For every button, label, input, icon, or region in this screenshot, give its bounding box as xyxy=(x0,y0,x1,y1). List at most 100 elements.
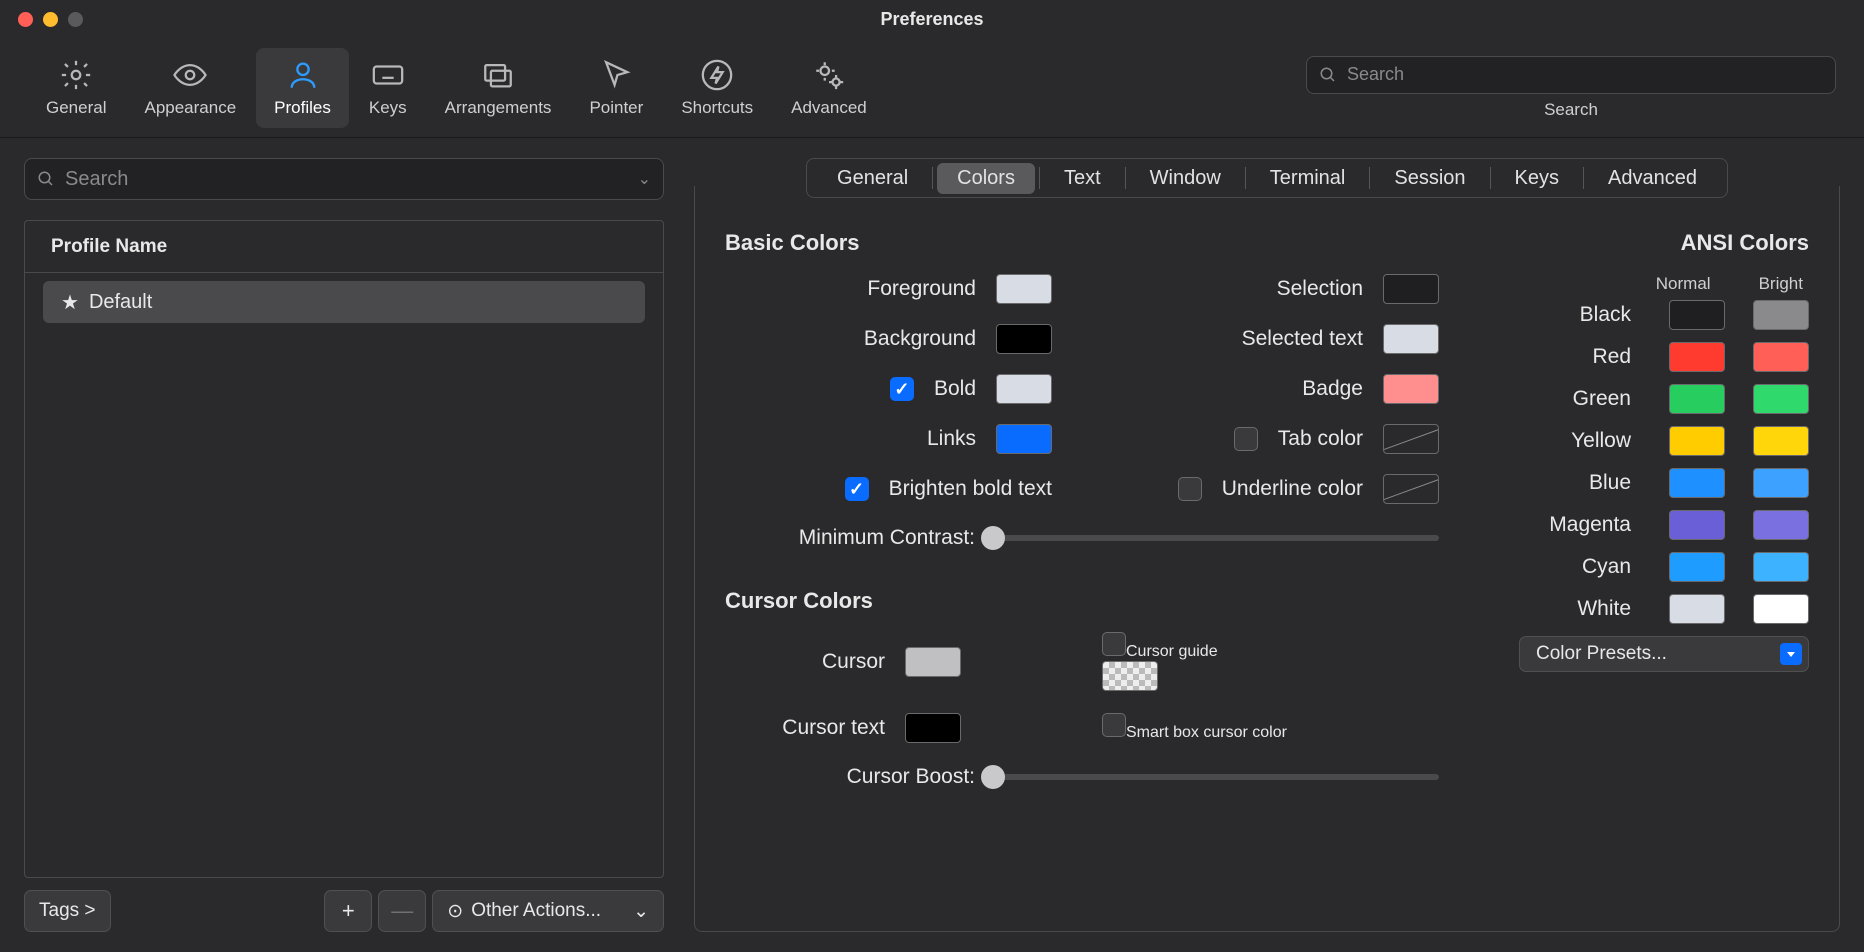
cursor-label: Cursor xyxy=(725,650,885,674)
tags-button[interactable]: Tags > xyxy=(24,890,111,932)
cursor-colors-heading: Cursor Colors xyxy=(725,588,1439,614)
toolbar-pointer[interactable]: Pointer xyxy=(571,48,661,128)
ansi-row: White xyxy=(1469,594,1809,624)
minimize-window-button[interactable] xyxy=(43,12,58,27)
ansi-normal-swatch[interactable] xyxy=(1669,300,1725,330)
ansi-row: Red xyxy=(1469,342,1809,372)
toolbar-label: Arrangements xyxy=(445,98,552,118)
ellipsis-icon: ⊙ xyxy=(447,900,463,923)
ansi-normal-swatch[interactable] xyxy=(1669,468,1725,498)
toolbar-arrangements[interactable]: Arrangements xyxy=(427,48,570,128)
selected-text-swatch[interactable] xyxy=(1383,324,1439,354)
toolbar-search-input[interactable] xyxy=(1347,64,1823,85)
ansi-bright-swatch[interactable] xyxy=(1753,594,1809,624)
cursor-guide-checkbox[interactable] xyxy=(1102,632,1126,656)
ansi-label: Red xyxy=(1469,345,1641,369)
foreground-label: Foreground xyxy=(867,277,976,301)
ansi-normal-swatch[interactable] xyxy=(1669,426,1725,456)
chevron-down-icon: ⌄ xyxy=(633,900,649,923)
foreground-swatch[interactable] xyxy=(996,274,1052,304)
min-contrast-slider[interactable] xyxy=(993,535,1439,541)
ansi-normal-swatch[interactable] xyxy=(1669,510,1725,540)
ansi-bright-swatch[interactable] xyxy=(1753,510,1809,540)
toolbar-search-field[interactable] xyxy=(1306,56,1836,94)
badge-swatch[interactable] xyxy=(1383,374,1439,404)
profile-name: Default xyxy=(89,291,152,314)
selected-text-label: Selected text xyxy=(1242,327,1363,351)
profile-row[interactable]: ★ Default xyxy=(43,281,645,323)
ansi-bright-swatch[interactable] xyxy=(1753,300,1809,330)
toolbar-profiles[interactable]: Profiles xyxy=(256,48,349,128)
ansi-label: Yellow xyxy=(1469,429,1641,453)
ansi-bright-swatch[interactable] xyxy=(1753,342,1809,372)
toolbar-general[interactable]: General xyxy=(28,48,124,128)
ansi-head-normal: Normal xyxy=(1656,274,1711,294)
bold-checkbox[interactable] xyxy=(890,377,914,401)
ansi-label: White xyxy=(1469,597,1641,621)
toolbar-appearance[interactable]: Appearance xyxy=(126,48,254,128)
links-swatch[interactable] xyxy=(996,424,1052,454)
tab-color-swatch[interactable] xyxy=(1383,424,1439,454)
gear-icon xyxy=(59,58,93,92)
color-presets-button[interactable]: Color Presets... xyxy=(1519,636,1809,672)
cursor-text-swatch[interactable] xyxy=(905,713,961,743)
cursor-guide-label: Cursor guide xyxy=(1126,643,1218,660)
toolbar-label: Keys xyxy=(369,98,407,118)
zoom-window-button[interactable] xyxy=(68,12,83,27)
ansi-normal-swatch[interactable] xyxy=(1669,552,1725,582)
ansi-bright-swatch[interactable] xyxy=(1753,552,1809,582)
search-icon xyxy=(37,170,55,188)
profiles-search-field[interactable]: ⌄ xyxy=(24,158,664,200)
ansi-normal-swatch[interactable] xyxy=(1669,342,1725,372)
ansi-normal-swatch[interactable] xyxy=(1669,384,1725,414)
ansi-bright-swatch[interactable] xyxy=(1753,384,1809,414)
brighten-bold-checkbox[interactable] xyxy=(845,477,869,501)
tab-color-label: Tab color xyxy=(1278,427,1363,451)
min-contrast-label: Minimum Contrast: xyxy=(725,526,975,550)
bolt-icon xyxy=(700,58,734,92)
background-swatch[interactable] xyxy=(996,324,1052,354)
ansi-normal-swatch[interactable] xyxy=(1669,594,1725,624)
keyboard-icon xyxy=(371,58,405,92)
ansi-bright-swatch[interactable] xyxy=(1753,468,1809,498)
pointer-icon xyxy=(599,58,633,92)
toolbar-label: Pointer xyxy=(589,98,643,118)
ansi-label: Blue xyxy=(1469,471,1641,495)
toolbar-shortcuts[interactable]: Shortcuts xyxy=(663,48,771,128)
bold-swatch[interactable] xyxy=(996,374,1052,404)
color-presets-label: Color Presets... xyxy=(1536,643,1667,665)
underline-color-label: Underline color xyxy=(1222,477,1363,501)
toolbar-search-label: Search xyxy=(1544,100,1598,120)
badge-label: Badge xyxy=(1302,377,1363,401)
underline-color-swatch[interactable] xyxy=(1383,474,1439,504)
toolbar-keys[interactable]: Keys xyxy=(351,48,425,128)
links-label: Links xyxy=(927,427,976,451)
chevron-down-icon[interactable]: ⌄ xyxy=(638,169,651,189)
profiles-list-header: Profile Name xyxy=(25,221,663,273)
ansi-bright-swatch[interactable] xyxy=(1753,426,1809,456)
search-icon xyxy=(1319,66,1337,84)
remove-profile-button[interactable]: — xyxy=(378,890,426,932)
close-window-button[interactable] xyxy=(18,12,33,27)
cursor-boost-slider[interactable] xyxy=(993,774,1439,780)
cursor-text-label: Cursor text xyxy=(725,716,885,740)
basic-colors-heading: Basic Colors xyxy=(725,230,1439,256)
toolbar-label: Appearance xyxy=(144,98,236,118)
ansi-label: Magenta xyxy=(1469,513,1641,537)
toolbar-advanced[interactable]: Advanced xyxy=(773,48,885,128)
selection-label: Selection xyxy=(1277,277,1363,301)
titlebar: Preferences xyxy=(0,0,1864,38)
chevron-down-icon xyxy=(1780,643,1802,665)
eye-icon xyxy=(173,58,207,92)
other-actions-button[interactable]: ⊙Other Actions... ⌄ xyxy=(432,890,664,932)
cursor-swatch[interactable] xyxy=(905,647,961,677)
cursor-guide-swatch[interactable] xyxy=(1102,661,1158,691)
brighten-bold-label: Brighten bold text xyxy=(889,477,1052,501)
colors-panel: Basic Colors Foreground Selection Backgr… xyxy=(694,186,1840,932)
underline-color-checkbox[interactable] xyxy=(1178,477,1202,501)
tab-color-checkbox[interactable] xyxy=(1234,427,1258,451)
profiles-search-input[interactable] xyxy=(65,168,628,191)
selection-swatch[interactable] xyxy=(1383,274,1439,304)
add-profile-button[interactable]: + xyxy=(324,890,372,932)
smart-box-checkbox[interactable] xyxy=(1102,713,1126,737)
